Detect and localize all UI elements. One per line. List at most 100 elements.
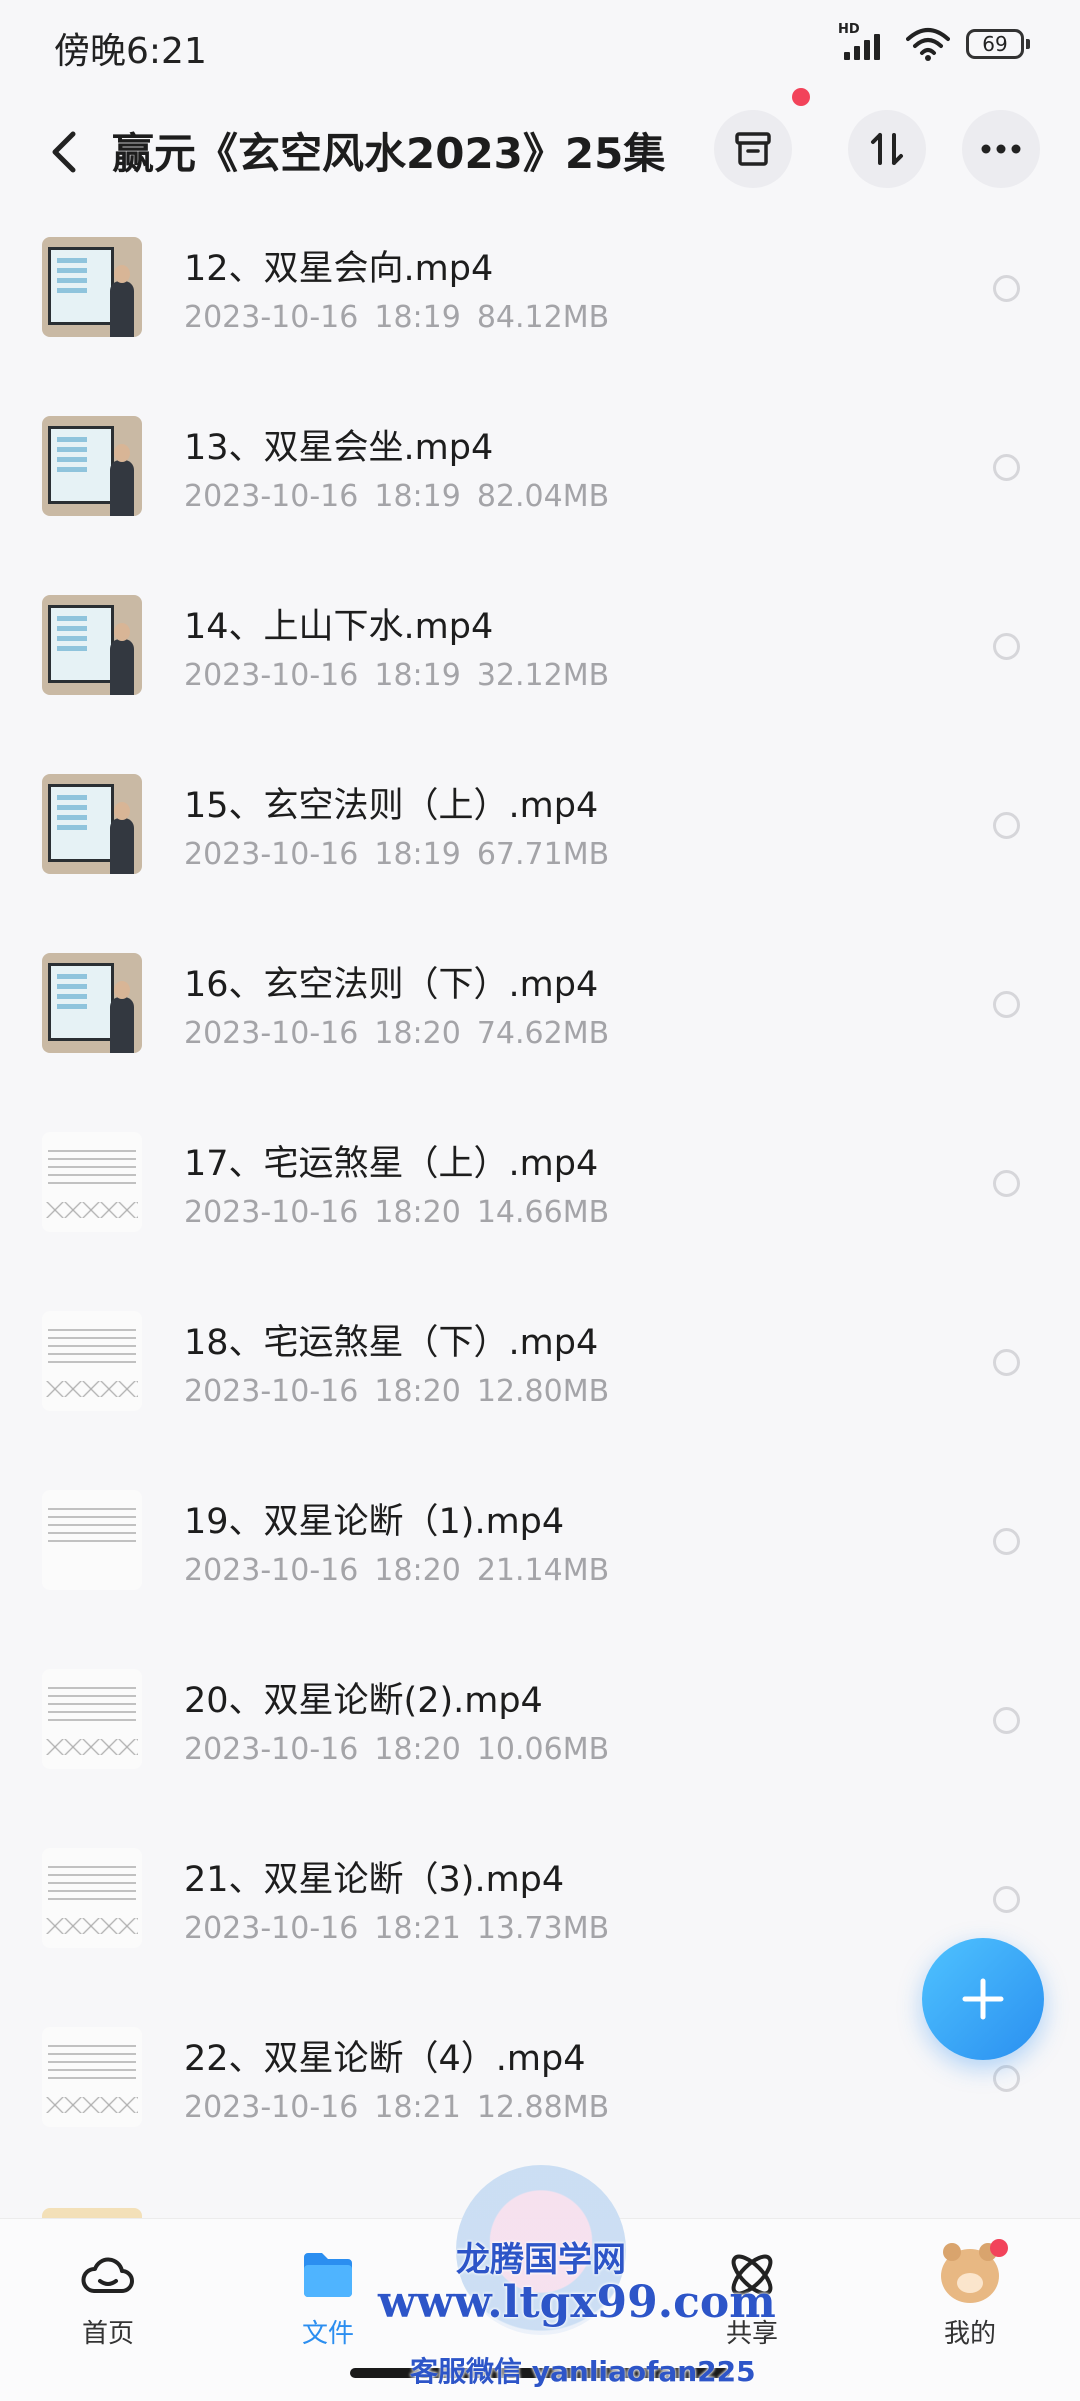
back-arrow-icon [52, 131, 76, 173]
file-name: 14、上山下水.mp4 [184, 607, 494, 647]
file-time: 18:20 [374, 1374, 461, 1409]
file-time: 18:21 [374, 1911, 461, 1946]
file-meta: 2023-10-16 18:20 14.66MB [184, 1195, 625, 1230]
file-meta: 2023-10-16 18:20 74.62MB [184, 1016, 625, 1051]
select-radio[interactable] [993, 1528, 1020, 1555]
file-meta: 2023-10-16 18:21 12.88MB [184, 2090, 625, 2125]
file-date: 2023-10-16 [184, 837, 359, 872]
avatar-icon [940, 2239, 1008, 2305]
select-radio[interactable] [993, 812, 1020, 839]
file-name: 15、玄空法则（上）.mp4 [184, 786, 599, 826]
file-time: 18:20 [374, 1195, 461, 1230]
video-thumbnail [42, 416, 142, 516]
file-time: 18:19 [374, 658, 461, 693]
document-thumbnail [42, 1848, 142, 1948]
file-date: 2023-10-16 [184, 1553, 359, 1588]
watermark-site-name: 龙腾国学网 [456, 2240, 626, 2280]
file-row[interactable]: 17、宅运煞星（上）.mp4 2023-10-16 18:20 14.66MB [0, 1115, 1080, 1294]
file-size: 21.14MB [476, 1553, 610, 1588]
add-button[interactable] [922, 1938, 1044, 2060]
select-radio[interactable] [993, 991, 1020, 1018]
nav-label-home: 首页 [81, 2319, 134, 2349]
file-name: 19、双星论断（1).mp4 [184, 1502, 565, 1542]
more-dots-icon [981, 144, 1021, 154]
file-row[interactable]: 20、双星论断(2).mp4 2023-10-16 18:20 10.06MB [0, 1652, 1080, 1831]
file-meta: 2023-10-16 18:20 10.06MB [184, 1732, 625, 1767]
status-time: 傍晚6:21 [54, 31, 207, 72]
file-time: 18:21 [374, 2090, 461, 2125]
file-name: 21、双星论断（3).mp4 [184, 1860, 565, 1900]
file-row[interactable]: 13、双星会坐.mp4 2023-10-16 18:19 82.04MB [0, 399, 1080, 578]
cloud-icon [81, 2257, 134, 2293]
back-button[interactable] [38, 122, 90, 182]
more-options-button[interactable] [962, 110, 1040, 188]
select-radio[interactable] [993, 1707, 1020, 1734]
nav-item-home[interactable]: 首页 [28, 2231, 188, 2351]
file-size: 67.71MB [476, 837, 610, 872]
file-size: 10.06MB [476, 1732, 610, 1767]
file-row[interactable]: 15、玄空法则（上）.mp4 2023-10-16 18:19 67.71MB [0, 757, 1080, 936]
file-row[interactable]: 14、上山下水.mp4 2023-10-16 18:19 32.12MB [0, 578, 1080, 757]
file-date: 2023-10-16 [184, 1732, 359, 1767]
plus-icon [962, 1978, 1004, 2020]
file-date: 2023-10-16 [184, 479, 359, 514]
select-radio[interactable] [993, 454, 1020, 481]
file-row[interactable]: 16、玄空法则（下）.mp4 2023-10-16 18:20 74.62MB [0, 936, 1080, 1115]
status-bar: 傍晚6:21 HD 69 [0, 0, 1080, 92]
page-title: 赢元《玄空风水2023》25集 [112, 129, 666, 178]
file-row[interactable]: 12、双星会向.mp4 2023-10-16 18:19 84.12MB [0, 220, 1080, 399]
file-size: 82.04MB [476, 479, 610, 514]
file-time: 18:20 [374, 1553, 461, 1588]
file-meta: 2023-10-16 18:19 84.12MB [184, 300, 625, 335]
file-meta: 2023-10-16 18:20 12.80MB [184, 1374, 625, 1409]
file-meta: 2023-10-16 18:21 13.73MB [184, 1911, 625, 1946]
sort-arrows-icon [871, 133, 903, 165]
file-date: 2023-10-16 [184, 300, 359, 335]
file-meta: 2023-10-16 18:20 21.14MB [184, 1553, 625, 1588]
file-date: 2023-10-16 [184, 658, 359, 693]
file-size: 12.80MB [476, 1374, 610, 1409]
file-row[interactable]: 21、双星论断（3).mp4 2023-10-16 18:21 13.73MB [0, 1831, 1080, 2010]
file-list: 12、双星会向.mp4 2023-10-16 18:19 84.12MB 13、双星… [0, 220, 1080, 2189]
nav-item-me[interactable]: 我的 [890, 2231, 1050, 2351]
file-row[interactable]: 19、双星论断（1).mp4 2023-10-16 18:20 21.14MB [0, 1473, 1080, 1652]
select-radio[interactable] [993, 1170, 1020, 1197]
battery-icon: 69 [966, 29, 1030, 59]
file-size: 74.62MB [476, 1016, 610, 1051]
file-time: 18:19 [374, 837, 461, 872]
archive-button[interactable] [714, 110, 792, 188]
video-thumbnail [42, 237, 142, 337]
file-name: 13、双星会坐.mp4 [184, 428, 494, 468]
sort-button[interactable] [848, 110, 926, 188]
select-radio[interactable] [993, 1349, 1020, 1376]
document-thumbnail [42, 2027, 142, 2127]
select-radio[interactable] [993, 1886, 1020, 1913]
battery-level: 69 [982, 32, 1008, 56]
file-row[interactable]: 22、双星论断（4）.mp4 2023-10-16 18:21 12.88MB [0, 2010, 1080, 2189]
file-date: 2023-10-16 [184, 1016, 359, 1051]
status-icons: HD 69 [838, 22, 1030, 62]
file-name: 16、玄空法则（下）.mp4 [184, 965, 599, 1005]
file-time: 18:19 [374, 300, 461, 335]
notification-dot [792, 88, 810, 106]
file-meta: 2023-10-16 18:19 32.12MB [184, 658, 625, 693]
select-radio[interactable] [993, 275, 1020, 302]
wifi-icon [906, 28, 950, 61]
header: 赢元《玄空风水2023》25集 [0, 88, 1080, 210]
watermark-contact: 客服微信 yanliaofan225 [410, 2355, 756, 2388]
file-size: 12.88MB [476, 2090, 610, 2125]
select-radio[interactable] [993, 2065, 1020, 2092]
file-meta: 2023-10-16 18:19 82.04MB [184, 479, 625, 514]
file-row[interactable]: 18、宅运煞星（下）.mp4 2023-10-16 18:20 12.80MB [0, 1294, 1080, 1473]
nav-label-me: 我的 [943, 2319, 996, 2349]
file-name: 17、宅运煞星（上）.mp4 [184, 1144, 599, 1184]
document-thumbnail [42, 1132, 142, 1232]
file-name: 18、宅运煞星（下）.mp4 [184, 1323, 599, 1363]
select-radio[interactable] [993, 633, 1020, 660]
file-name: 22、双星论断（4）.mp4 [184, 2039, 586, 2079]
file-size: 14.66MB [476, 1195, 610, 1230]
notification-dot [990, 2239, 1008, 2257]
file-name: 12、双星会向.mp4 [184, 249, 494, 289]
file-meta: 2023-10-16 18:19 67.71MB [184, 837, 625, 872]
document-thumbnail [42, 1311, 142, 1411]
